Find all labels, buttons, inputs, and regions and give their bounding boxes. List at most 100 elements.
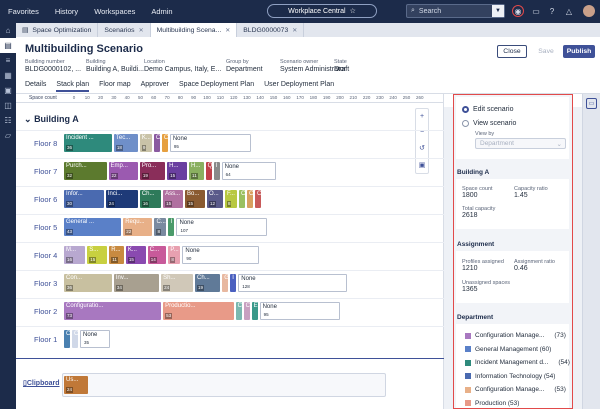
- department-block[interactable]: Productio... 53: [163, 302, 234, 320]
- department-block[interactable]: Tec... 18: [113, 134, 138, 152]
- floor-name[interactable]: Floor 3: [34, 279, 57, 288]
- tab-space-optimization[interactable]: ▤ Space Optimization: [16, 23, 99, 37]
- unassigned-block[interactable]: None 107: [176, 218, 268, 236]
- subtab-stack-plan[interactable]: Stack plan: [56, 81, 90, 92]
- department-block[interactable]: Configuratio... 73: [64, 302, 162, 320]
- department-block[interactable]: O... 12: [207, 190, 223, 208]
- avatar[interactable]: [583, 5, 595, 17]
- department-block[interactable]: C: [254, 190, 261, 208]
- department-legend-item[interactable]: General Management (60): [465, 346, 551, 353]
- department-legend-item[interactable]: Incident Management d... (54): [465, 359, 570, 366]
- chevron-down-icon[interactable]: ⌄: [24, 114, 32, 124]
- globe-icon[interactable]: ◉: [512, 5, 524, 17]
- floor-name[interactable]: Floor 6: [34, 195, 57, 204]
- bell-icon[interactable]: △: [563, 5, 575, 17]
- subtab-space-deployment-plan[interactable]: Space Deployment Plan: [179, 81, 254, 92]
- department-block[interactable]: K... 9: [139, 134, 152, 152]
- department-block[interactable]: Q: [205, 162, 212, 180]
- tab-scenarios[interactable]: Scenarios ✕: [98, 23, 151, 37]
- floor-name[interactable]: Floor 4: [34, 251, 57, 260]
- department-legend-item[interactable]: Configuration Manage... (73): [465, 332, 566, 339]
- subtab-floor-map[interactable]: Floor map: [99, 81, 131, 92]
- star-icon[interactable]: ☆: [350, 7, 356, 15]
- department-block[interactable]: H... 11: [189, 162, 204, 180]
- calendar-icon[interactable]: ▣: [0, 83, 16, 98]
- department-block[interactable]: Inv... 34: [113, 274, 160, 292]
- department-block[interactable]: Bo... 15: [185, 190, 205, 208]
- department-block[interactable]: C: [153, 134, 160, 152]
- department-block[interactable]: C: [246, 190, 253, 208]
- nav-favorites[interactable]: Favorites: [8, 7, 39, 16]
- department-block[interactable]: I: [168, 218, 175, 236]
- department-block[interactable]: Requ... 22: [123, 218, 153, 236]
- clipboard-row[interactable]: Us... 24: [62, 373, 386, 397]
- floor-name[interactable]: Floor 7: [34, 167, 57, 176]
- department-block[interactable]: F... 8: [224, 190, 237, 208]
- clipboard-block[interactable]: Us... 24: [64, 376, 88, 394]
- building-heading[interactable]: ⌄ Building A: [24, 114, 79, 125]
- edit-scenario-radio[interactable]: Edit scenario: [462, 106, 513, 113]
- department-block[interactable]: Purch... 32: [64, 162, 107, 180]
- department-block[interactable]: Inci... 24: [105, 190, 138, 208]
- department-block[interactable]: C: [243, 302, 250, 320]
- department-legend-item[interactable]: Production (53): [465, 400, 519, 407]
- department-block[interactable]: I: [213, 162, 220, 180]
- department-block[interactable]: C... 14: [147, 246, 167, 264]
- department-block[interactable]: Pro... 19: [139, 162, 166, 180]
- close-icon[interactable]: ✕: [139, 27, 144, 34]
- instance-switcher[interactable]: Workplace Central ☆: [267, 4, 377, 18]
- help-icon[interactable]: ?: [546, 5, 558, 17]
- floor-row[interactable]: Floor 2 Configuratio... 73 Productio... 53 C C…: [16, 298, 444, 325]
- map-icon[interactable]: ◫: [0, 98, 16, 113]
- tab-bldg[interactable]: BLDG0000073 ✕: [237, 23, 305, 37]
- floor-name[interactable]: Floor 1: [34, 335, 57, 344]
- department-block[interactable]: E: [251, 302, 258, 320]
- floor-row[interactable]: Floor 1 C C None 35: [16, 326, 444, 353]
- unassigned-block[interactable]: None 95: [169, 134, 251, 152]
- nav-workspaces[interactable]: Workspaces: [94, 7, 135, 16]
- floor-name[interactable]: Floor 2: [34, 307, 57, 316]
- department-legend-item[interactable]: Information Technology (54): [465, 373, 555, 380]
- department-block[interactable]: C: [161, 134, 168, 152]
- subtab-approver[interactable]: Approver: [141, 81, 169, 92]
- floor-row[interactable]: Floor 5 General ... 43 Requ... 22 C... 8 I None 1…: [16, 214, 444, 241]
- department-block[interactable]: Ch... 16: [139, 190, 162, 208]
- department-block[interactable]: M... 16: [64, 246, 86, 264]
- department-block[interactable]: R... 11: [109, 246, 124, 264]
- department-block[interactable]: C: [72, 330, 78, 348]
- floor-row[interactable]: Floor 8 Incident ... 36 Tec... 18 K... 9 C C None…: [16, 130, 444, 157]
- panel-toggle-icon[interactable]: ▭: [586, 98, 597, 109]
- nav-history[interactable]: History: [55, 7, 78, 16]
- department-legend-item[interactable]: Configuration Manage... (53): [465, 386, 566, 393]
- department-block[interactable]: Emp... 22: [108, 162, 138, 180]
- home-icon[interactable]: ⌂: [0, 23, 16, 38]
- nav-admin[interactable]: Admin: [151, 7, 172, 16]
- department-block[interactable]: Ass... 15: [163, 190, 184, 208]
- floor-row[interactable]: Floor 6 Infor... 30 Inci... 24 Ch... 16 Ass... 1…: [16, 186, 444, 213]
- unassigned-block[interactable]: None 64: [221, 162, 277, 180]
- department-block[interactable]: Con... 36: [64, 274, 112, 292]
- floor-name[interactable]: Floor 5: [34, 223, 57, 232]
- search-input[interactable]: Search: [419, 8, 441, 15]
- department-block[interactable]: C: [235, 302, 242, 320]
- floor-row[interactable]: Floor 3 Con... 36 Inv... 34 Sh... 24 Ch... 19 G I N…: [16, 270, 444, 297]
- workspace-icon[interactable]: ▤: [0, 38, 16, 53]
- unassigned-block[interactable]: None 90: [182, 246, 259, 264]
- department-block[interactable]: H... 15: [167, 162, 188, 180]
- save-button[interactable]: Save: [534, 45, 558, 58]
- department-block[interactable]: C: [64, 330, 70, 348]
- floor-row[interactable]: Floor 4 M... 16 S... 15 R... 11 K... 15 C... 14 P..…: [16, 242, 444, 269]
- unassigned-block[interactable]: None 35: [80, 330, 110, 348]
- people-icon[interactable]: ☷: [0, 113, 16, 128]
- subtab-user-deployment-plan[interactable]: User Deployment Plan: [264, 81, 334, 92]
- department-block[interactable]: I: [230, 274, 237, 292]
- chat-icon[interactable]: ▭: [530, 5, 542, 17]
- unassigned-block[interactable]: None 95: [259, 302, 341, 320]
- global-search[interactable]: ⌕ Search ▼: [406, 4, 505, 18]
- list-icon[interactable]: ≡: [0, 53, 16, 68]
- close-button[interactable]: Close: [497, 45, 527, 58]
- folder-icon[interactable]: ▱: [0, 128, 16, 143]
- department-block[interactable]: P... 8: [168, 246, 181, 264]
- unassigned-block[interactable]: None 128: [238, 274, 348, 292]
- department-block[interactable]: Sh... 24: [161, 274, 193, 292]
